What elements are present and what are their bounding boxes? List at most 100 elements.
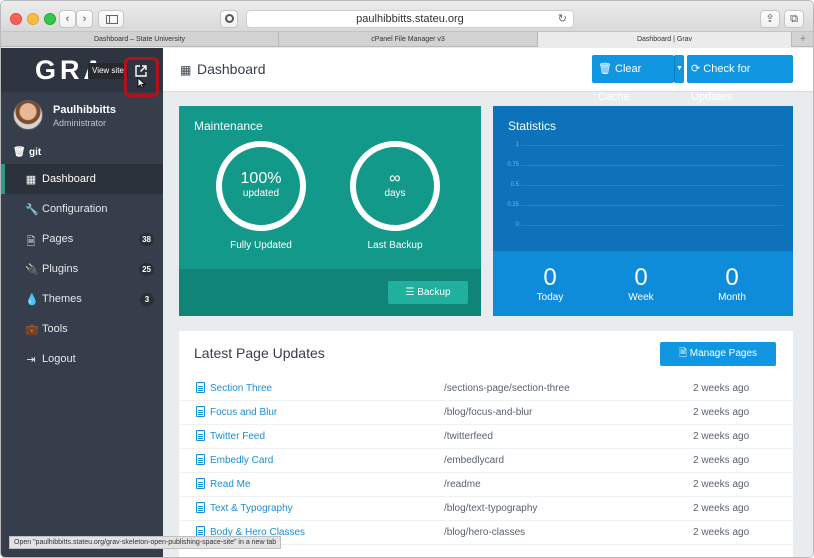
sidebar-item-tools[interactable]: 💼 Tools xyxy=(1,314,163,344)
browser-tab-active[interactable]: Dashboard | Grav xyxy=(538,32,792,47)
page-link[interactable]: Read Me xyxy=(210,479,251,490)
share-button[interactable]: ⇪ xyxy=(760,10,780,28)
page-modified: 2 weeks ago xyxy=(693,527,750,538)
sidebar-nav: ▦ Dashboard 🔧 Configuration 🗎 Pages 38 🔌… xyxy=(1,164,163,374)
sign-out-icon: ⇥ xyxy=(26,354,36,366)
table-row: Twitter Feed /twitterfeed 2 weeks ago xyxy=(179,425,793,449)
page-link[interactable]: Twitter Feed xyxy=(210,431,265,442)
user-name: Paulhibbitts xyxy=(53,104,116,116)
file-text-icon xyxy=(196,430,205,441)
show-all-tabs-button[interactable]: ⧉ xyxy=(784,10,804,28)
backup-label-text: Backup xyxy=(417,287,451,298)
browser-tab[interactable]: cPanel File Manager v3 xyxy=(279,32,538,47)
new-tab-button[interactable]: + xyxy=(792,32,813,47)
file-text-icon xyxy=(196,502,205,513)
backup-button[interactable]: ☰ Backup xyxy=(388,281,468,304)
page-link[interactable]: Section Three xyxy=(210,383,272,394)
file-text-icon xyxy=(196,478,205,489)
tabs-icon: ⧉ xyxy=(790,13,798,25)
page-title-text: Dashboard xyxy=(197,61,266,77)
page-header: ▦ Dashboard 🗑 Clear Cache ▼ ⟳ Check for U… xyxy=(163,48,813,103)
page-link[interactable]: Embedly Card xyxy=(210,455,273,466)
address-bar[interactable]: paulhibbitts.stateu.org ↻ xyxy=(246,10,574,28)
stat-label: Today xyxy=(536,292,564,303)
minimize-window-button[interactable] xyxy=(27,13,39,25)
table-row: Focus and Blur /blog/focus-and-blur 2 we… xyxy=(179,401,793,425)
maintenance-title: Maintenance xyxy=(194,119,263,133)
git-sync-item[interactable]: 🗑 git xyxy=(1,142,163,164)
stat-value: 0 xyxy=(725,264,739,291)
clear-cache-dropdown-button[interactable]: ▼ xyxy=(674,55,684,83)
sidebar-item-plugins[interactable]: 🔌 Plugins 25 xyxy=(1,254,163,284)
backup-label: Last Backup xyxy=(367,240,423,251)
pages-count-badge: 38 xyxy=(139,233,154,246)
sidebar-item-dashboard[interactable]: ▦ Dashboard xyxy=(1,164,163,194)
stat-label: Week xyxy=(628,292,654,303)
caret-down-icon: ▼ xyxy=(676,65,683,72)
reload-icon[interactable]: ↻ xyxy=(558,11,567,27)
browser-tab[interactable]: Dashboard – State University xyxy=(1,32,279,47)
file-icon: 🗎 xyxy=(678,348,687,359)
backup-gauge: ∞ days xyxy=(350,141,440,231)
chart-tick-label: 0 xyxy=(515,222,519,228)
view-site-tooltip: View site xyxy=(88,63,128,79)
ghost-icon xyxy=(225,14,234,23)
stat-month: 0 Month xyxy=(687,264,777,304)
database-icon: ☰ xyxy=(405,287,415,298)
sidebar-item-pages[interactable]: 🗎 Pages 38 xyxy=(1,224,163,254)
user-profile[interactable]: Paulhibbitts Administrator xyxy=(1,92,163,140)
page-modified: 2 weeks ago xyxy=(693,407,750,418)
back-button[interactable]: ‹ xyxy=(59,10,76,28)
stat-today: 0 Today xyxy=(505,266,595,304)
updated-label: Fully Updated xyxy=(230,240,292,251)
page-route: /blog/text-typography xyxy=(444,503,538,514)
chart-gridline xyxy=(521,205,783,206)
tab-bar: Dashboard – State University cPanel File… xyxy=(1,32,813,47)
chart-tick-label: 0.5 xyxy=(510,182,519,188)
chart-gridline xyxy=(521,145,783,146)
grid-icon: ▦ xyxy=(25,174,37,186)
check-updates-button[interactable]: ⟳ Check for Updates xyxy=(687,55,793,103)
backup-value: ∞ xyxy=(389,170,401,187)
admin-sidebar: GRA View site Paulhibbitts Administrator… xyxy=(1,48,163,557)
sidebar-item-logout[interactable]: ⇥ Logout xyxy=(1,344,163,374)
latest-updates-title: Latest Page Updates xyxy=(194,345,325,361)
browser-titlebar: ‹ › paulhibbitts.stateu.org ↻ ⇪ ⧉ xyxy=(1,1,813,32)
close-window-button[interactable] xyxy=(10,13,22,25)
refresh-icon: ⟳ xyxy=(691,63,701,75)
show-sidebar-button[interactable] xyxy=(98,10,124,28)
page-modified: 2 weeks ago xyxy=(693,479,750,490)
table-row: Text & Typography /blog/text-typography … xyxy=(179,497,793,521)
updates-list: Section Three /sections-page/section-thr… xyxy=(179,377,793,545)
ghostery-extension-button[interactable] xyxy=(220,10,238,28)
plugins-count-badge: 25 xyxy=(139,263,154,276)
browser-status-bar: Open "paulhibbitts.stateu.org/grav-skele… xyxy=(9,536,282,549)
manage-pages-label: Manage Pages xyxy=(689,348,758,359)
avatar xyxy=(13,100,43,130)
sidebar-item-themes[interactable]: 💧 Themes 3 xyxy=(1,284,163,314)
stat-label: Month xyxy=(718,292,746,303)
url-text: paulhibbitts.stateu.org xyxy=(356,13,464,25)
git-label: git xyxy=(29,147,42,158)
page-route: /blog/focus-and-blur xyxy=(444,407,533,418)
page-route: /twitterfeed xyxy=(444,431,493,442)
sidebar-item-configuration[interactable]: 🔧 Configuration xyxy=(1,194,163,224)
page-route: /sections-page/section-three xyxy=(444,383,570,394)
manage-pages-button[interactable]: 🗎 Manage Pages xyxy=(660,342,776,366)
chart-tick-label: 0.75 xyxy=(507,162,519,168)
table-row: Read Me /readme 2 weeks ago xyxy=(179,473,793,497)
forward-button[interactable]: › xyxy=(76,10,93,28)
statistics-card: 1 0.75 0.5 0.25 0 Statistics 0 Today 0 W… xyxy=(493,106,793,316)
statistics-title: Statistics xyxy=(508,119,557,133)
page-route: /embedlycard xyxy=(444,455,505,466)
maximize-window-button[interactable] xyxy=(44,13,56,25)
main-content: ▦ Dashboard 🗑 Clear Cache ▼ ⟳ Check for U… xyxy=(163,48,813,557)
file-text-icon xyxy=(196,454,205,465)
chart-gridline xyxy=(521,225,783,226)
sidebar-item-label: Plugins xyxy=(42,263,79,275)
browser-window: ‹ › paulhibbitts.stateu.org ↻ ⇪ ⧉ Dashbo… xyxy=(0,0,814,558)
tint-icon: 💧 xyxy=(25,294,39,306)
clear-cache-button[interactable]: 🗑 Clear Cache xyxy=(592,55,674,103)
page-link[interactable]: Focus and Blur xyxy=(210,407,277,418)
page-link[interactable]: Text & Typography xyxy=(210,503,293,514)
